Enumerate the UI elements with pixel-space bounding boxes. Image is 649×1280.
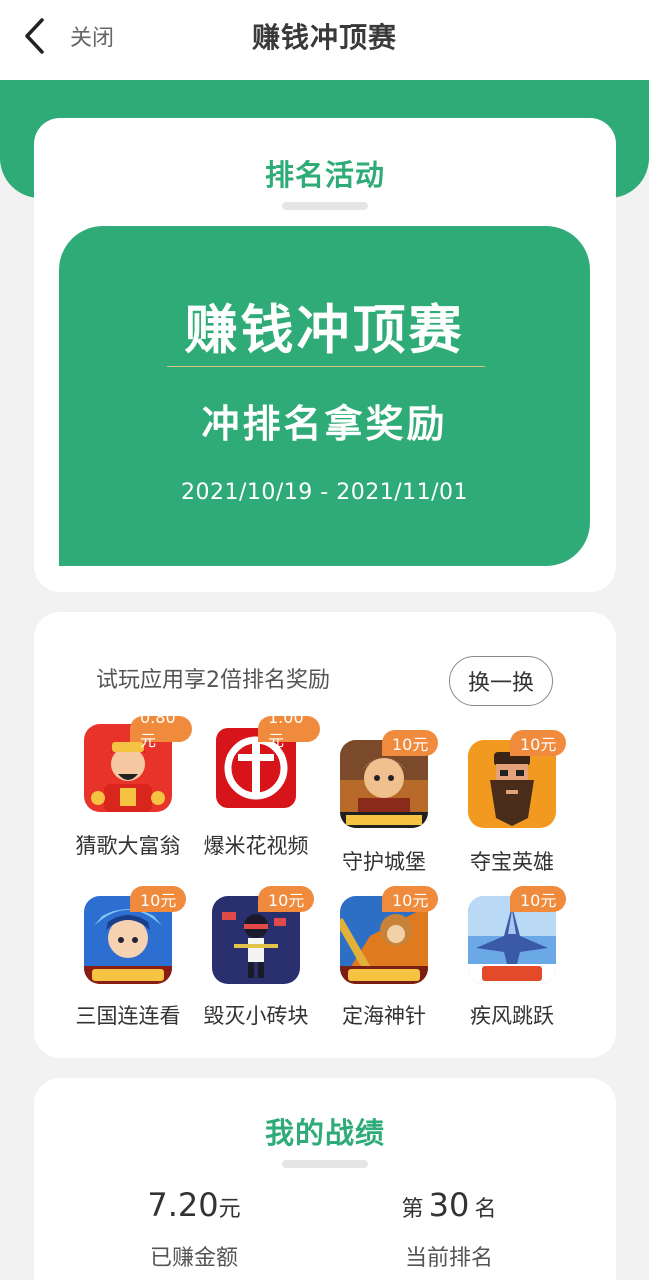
- app-item[interactable]: 0.80元 猜歌大富翁: [64, 708, 192, 872]
- activity-hero-banner: 赚钱冲顶赛 冲排名拿奖励 2021/10/19 - 2021/11/01: [59, 226, 590, 566]
- apps-tip: 试玩应用享2倍排名奖励: [96, 668, 330, 693]
- reward-badge: 1.00元: [258, 708, 320, 750]
- rank-label: 当前排名: [404, 1246, 493, 1271]
- reward-badge: 10元: [382, 886, 439, 912]
- reward-badge: 10元: [130, 886, 187, 912]
- current-rank: 第 30 名: [374, 1186, 524, 1224]
- earned-label: 已赚金额: [149, 1246, 238, 1271]
- app-item[interactable]: 10元 夺宝英雄: [448, 730, 576, 888]
- app-name: 毁灭小砖块: [203, 1004, 309, 1028]
- rank-prefix: 第: [401, 1197, 424, 1222]
- section-title-activity: 排名活动: [264, 158, 385, 192]
- section-underline: [282, 202, 368, 210]
- app-name: 疾风跳跃: [470, 1004, 554, 1028]
- app-item[interactable]: 10元 毁灭小砖块: [192, 886, 320, 1044]
- apps-card: 试玩应用享2倍排名奖励 换一换 0.80元 猜歌大富翁 1.00元 爆米花视频 …: [34, 612, 616, 1058]
- hero-divider: [167, 366, 485, 367]
- earned-unit: 元: [218, 1197, 241, 1222]
- app-name: 夺宝英雄: [470, 850, 554, 874]
- app-item[interactable]: 10元 三国连连看: [64, 886, 192, 1044]
- activity-date-range: 2021/10/19 - 2021/11/01: [180, 480, 469, 505]
- app-name: 猜歌大富翁: [75, 834, 181, 858]
- reward-badge: 10元: [510, 730, 567, 756]
- rank-suffix: 名: [474, 1197, 497, 1222]
- app-name: 三国连连看: [75, 1004, 181, 1028]
- earned-value: 7.20: [147, 1186, 219, 1224]
- app-item[interactable]: 10元 守护城堡: [320, 730, 448, 888]
- reward-badge: 10元: [510, 886, 567, 912]
- my-record-card: 我的战绩 7.20元 已赚金额 第 30 名 当前排名: [34, 1078, 616, 1280]
- app-name: 守护城堡: [342, 850, 426, 874]
- swap-button[interactable]: 换一换: [449, 656, 553, 706]
- earned-amount: 7.20元: [124, 1186, 264, 1224]
- page-title: 赚钱冲顶赛: [251, 21, 397, 54]
- section-underline: [282, 1160, 368, 1168]
- top-nav-bar: 关闭 赚钱冲顶赛: [0, 0, 649, 80]
- app-name: 爆米花视频: [203, 834, 309, 858]
- hero-subtitle: 冲排名拿奖励: [201, 402, 448, 446]
- app-item[interactable]: 10元 疾风跳跃: [448, 886, 576, 1044]
- app-item[interactable]: 1.00元 爆米花视频: [192, 708, 320, 872]
- section-title-record: 我的战绩: [264, 1116, 385, 1150]
- app-name: 定海神针: [342, 1004, 426, 1028]
- app-item[interactable]: 10元 定海神针: [320, 886, 448, 1044]
- reward-badge: 10元: [258, 886, 315, 912]
- reward-badge: 0.80元: [130, 708, 192, 750]
- rank-value: 30: [428, 1186, 470, 1224]
- reward-badge: 10元: [382, 730, 439, 756]
- hero-title: 赚钱冲顶赛: [184, 300, 465, 361]
- activity-card: 排名活动 赚钱冲顶赛 冲排名拿奖励 2021/10/19 - 2021/11/0…: [34, 118, 616, 592]
